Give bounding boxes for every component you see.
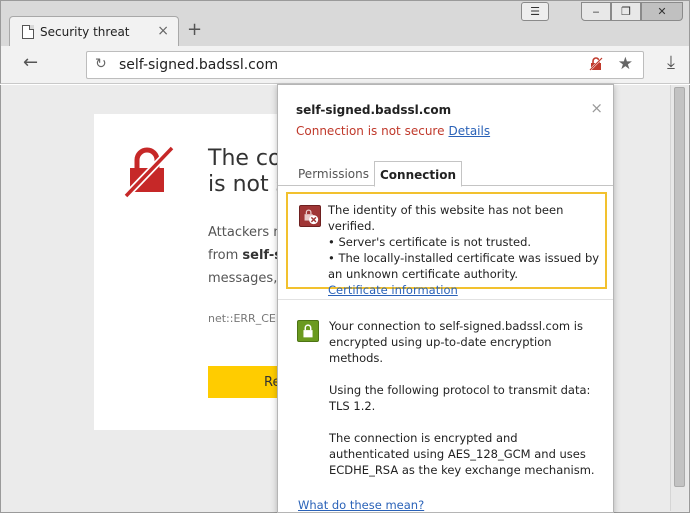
certificate-error-icon: [299, 205, 321, 227]
popup-tabs: Permissions Connection: [278, 161, 613, 187]
encryption-text: Your connection to self-signed.badssl.co…: [329, 319, 583, 365]
reload-icon[interactable]: ↻: [95, 56, 107, 72]
warning-text: The identity of this website has not bee…: [328, 202, 604, 298]
broken-lock-icon: [124, 146, 175, 198]
details-link[interactable]: Details: [448, 124, 490, 138]
heading-line-2: is not s: [208, 172, 288, 197]
menu-icon[interactable]: ☰: [521, 2, 549, 21]
scrollbar[interactable]: [670, 85, 688, 511]
address-bar[interactable]: ↻ self-signed.badssl.com ★: [86, 51, 644, 79]
new-tab-button[interactable]: +: [187, 21, 202, 39]
divider: [278, 299, 613, 300]
minimize-button[interactable]: ‒: [581, 2, 611, 21]
download-icon[interactable]: ⤓: [667, 52, 675, 73]
tab-title: Security threat: [40, 25, 130, 39]
connection-status: Connection is not secure Details: [296, 124, 490, 138]
warning-line-3: • The locally-installed certificate was …: [328, 251, 600, 281]
site-info-popup: self-signed.badssl.com × Connection is n…: [277, 84, 614, 513]
toolbar: ← ↻ self-signed.badssl.com ★ ⤓: [0, 46, 690, 84]
browser-tab[interactable]: Security threat ×: [9, 16, 179, 47]
bookmark-star-icon[interactable]: ★: [618, 54, 633, 74]
title-bar: Security threat × + ☰ ‒ ❐ ✕: [0, 0, 690, 47]
para-prefix: from: [208, 248, 243, 263]
help-link[interactable]: What do these mean?: [298, 498, 424, 512]
interstitial-card: The co is not s Attackers m from self-si…: [94, 114, 294, 430]
tab-connection[interactable]: Connection: [374, 161, 462, 187]
identity-warning-box: The identity of this website has not bee…: [286, 192, 607, 297]
interstitial-heading: The co is not s: [208, 146, 287, 198]
popup-site-name: self-signed.badssl.com: [296, 103, 452, 117]
warning-line-2: • Server's certificate is not trusted.: [328, 235, 532, 249]
protocol-text: Using the following protocol to transmit…: [329, 383, 591, 413]
heading-line-1: The co: [208, 146, 282, 171]
cipher-text: The connection is encrypted and authenti…: [329, 431, 595, 477]
tab-close-icon[interactable]: ×: [157, 23, 169, 39]
close-window-button[interactable]: ✕: [641, 2, 683, 21]
scrollbar-thumb[interactable]: [674, 87, 685, 487]
warning-line-1: The identity of this website has not bee…: [328, 203, 564, 233]
window-controls: ☰ ‒ ❐ ✕: [521, 2, 683, 22]
insecure-lock-icon[interactable]: [589, 57, 603, 71]
tab-permissions[interactable]: Permissions: [298, 161, 369, 186]
maximize-button[interactable]: ❐: [611, 2, 641, 21]
connection-details: Your connection to self-signed.badssl.co…: [329, 318, 601, 494]
page-icon: [22, 25, 34, 39]
back-button[interactable]: ←: [23, 52, 38, 73]
popup-close-icon[interactable]: ×: [590, 99, 603, 117]
url-text[interactable]: self-signed.badssl.com: [119, 57, 278, 73]
secure-lock-icon: [297, 320, 319, 342]
status-text: Connection is not secure: [296, 124, 445, 138]
certificate-information-link[interactable]: Certificate information: [328, 282, 604, 298]
